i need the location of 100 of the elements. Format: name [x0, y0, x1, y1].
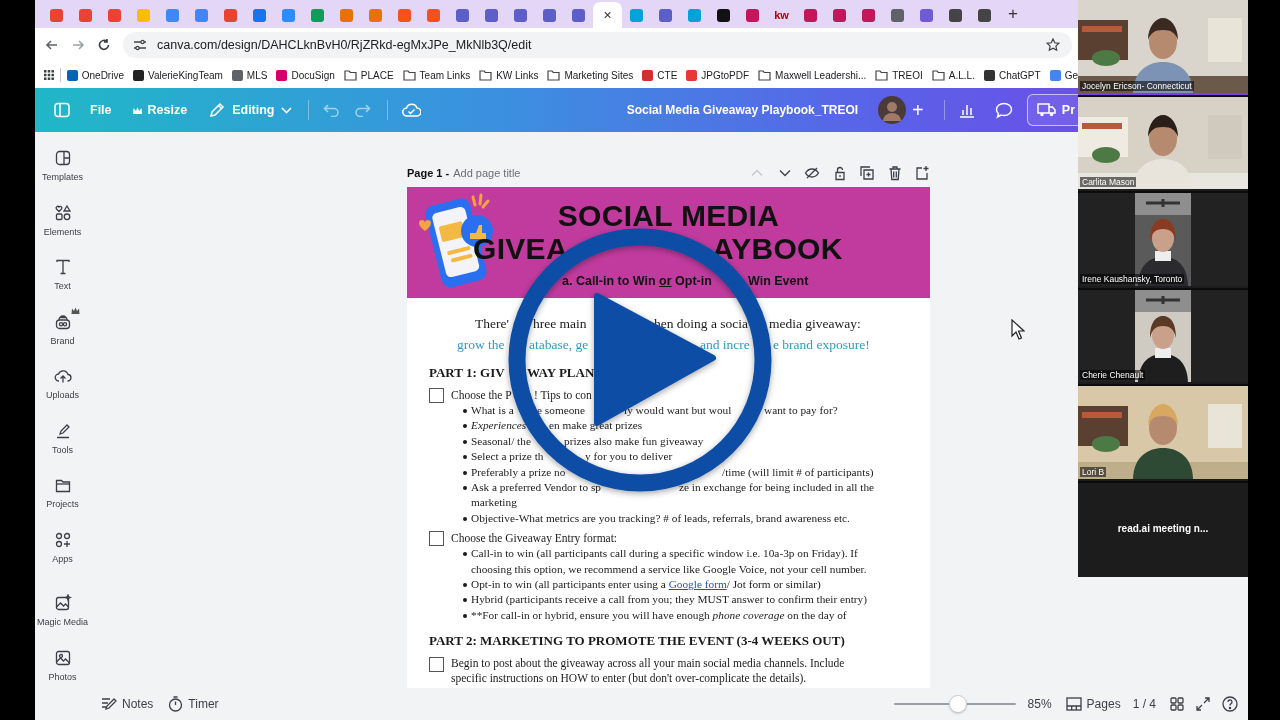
bookmark-link[interactable]: Marketing Sites — [564, 69, 634, 81]
sidebar-item[interactable]: Projects — [35, 476, 90, 512]
zoom-percentage[interactable]: 85% — [1027, 697, 1052, 711]
notes-button[interactable]: Notes — [117, 697, 154, 711]
caret-icon[interactable] — [280, 106, 292, 114]
bookmark-link[interactable]: A.L.L. — [948, 69, 975, 81]
browser-tab[interactable]: kw — [767, 2, 796, 28]
bookmark-link[interactable]: TREOI — [892, 69, 923, 81]
pages-button[interactable]: Pages — [1081, 697, 1121, 711]
bookmark-link[interactable]: Maxwell Leadershi... — [775, 69, 867, 81]
comment-icon[interactable] — [994, 101, 1013, 119]
image-icon — [53, 648, 72, 667]
back-icon[interactable] — [45, 38, 59, 52]
tune-icon[interactable] — [133, 39, 147, 51]
sidebar-item[interactable]: Magic Media — [35, 594, 90, 630]
bookmark-link[interactable]: Ge — [1064, 69, 1078, 81]
add-page-icon[interactable] — [914, 165, 930, 181]
document-subtitle: Win Event — [748, 274, 809, 288]
section-heading: PART 1: GIV — [429, 365, 505, 380]
timer-icon[interactable] — [168, 696, 184, 712]
browser-tab[interactable]: × — [593, 2, 622, 28]
tagline-text: grow the — [457, 337, 505, 352]
tagline-text: and incre — [700, 337, 750, 352]
bullet-text: Objective-What metrics are you tracking? # of leads, referrals, brand awareness etc. — [471, 511, 850, 524]
sidebar-item[interactable]: Tools — [35, 421, 90, 458]
bullet-text: Ask a preferred Vendor to sp — [471, 481, 601, 494]
duplicate-icon[interactable] — [859, 165, 875, 181]
forward-icon[interactable] — [71, 38, 85, 52]
bookmark-link[interactable]: ChatGPT — [998, 69, 1041, 81]
grid-icon[interactable] — [1170, 697, 1184, 711]
bullet-icon — [463, 516, 467, 521]
bookmark-link[interactable]: ValerieKingTeam — [148, 69, 223, 81]
document-subtitle: a. Call-in to Win or Opt-in — [562, 274, 712, 288]
checklist-text: Begin to post about the giveaway across all your main social media channels. Include specific instructions on HOW to enter (but don't over-complicate the details). — [451, 657, 845, 685]
text-icon — [53, 258, 72, 276]
checklist-text: ! Tips to con — [534, 389, 592, 401]
sidebar-item[interactable]: Elements — [35, 203, 90, 240]
slider-thumb[interactable] — [950, 696, 967, 712]
apps-grid-icon[interactable] — [44, 69, 54, 81]
participant-name: Irene Kaushansky, Toronto — [1080, 273, 1185, 284]
participant-name: Carlita Mason — [1080, 177, 1137, 187]
checkbox[interactable] — [429, 531, 444, 547]
link[interactable]: Google form — [668, 578, 727, 591]
folder-icon — [479, 69, 493, 81]
help-icon[interactable] — [1222, 696, 1238, 712]
star-icon[interactable] — [1046, 38, 1060, 52]
bullet-text: prizes also make fun giveaway — [564, 434, 704, 447]
sidebar-item[interactable]: Uploads — [35, 367, 90, 403]
bookmark-link[interactable]: JPGtoPDF — [701, 69, 750, 81]
pages-icon[interactable] — [1065, 697, 1082, 711]
reload-icon[interactable] — [97, 38, 111, 52]
checkbox[interactable] — [429, 388, 444, 403]
bookmark-link[interactable]: PLACE — [360, 69, 394, 81]
eye-slash-icon[interactable] — [804, 165, 820, 181]
bullet-text: What is a — [471, 404, 514, 416]
bullet-icon — [463, 583, 467, 588]
sidebar-toggle-icon[interactable] — [54, 102, 70, 118]
bullet-text: marketing — [471, 496, 517, 509]
panel-icon — [53, 149, 72, 167]
bookmark-link[interactable]: MLS — [246, 69, 268, 81]
bullet-icon — [463, 409, 467, 413]
crown-icon — [131, 105, 143, 115]
pencil-icon — [209, 102, 226, 118]
notes-icon[interactable] — [101, 697, 117, 711]
participant-name: Lori B — [1080, 466, 1107, 477]
bookmark-link[interactable]: KW Links — [496, 69, 539, 81]
section-heading: WAY PLAN — [527, 365, 595, 380]
cloud-check-icon[interactable] — [401, 102, 421, 118]
add-collaborator-button[interactable]: + — [908, 98, 928, 122]
truck-icon — [1036, 103, 1056, 117]
new-tab-button[interactable]: + — [999, 4, 1027, 24]
intro-text: hree main — [533, 316, 587, 331]
bar-chart-icon[interactable] — [958, 102, 975, 118]
bullet-icon — [463, 470, 467, 475]
intro-text: There' — [475, 316, 509, 331]
design-title[interactable]: Social Media Giveaway Playbook_TREOI — [626, 103, 859, 117]
sidebar-item[interactable]: Text — [35, 258, 90, 294]
sidebar-item[interactable]: Apps — [35, 530, 90, 567]
timer-button[interactable]: Timer — [183, 697, 219, 711]
bullet-icon — [463, 613, 467, 618]
bookmark-link[interactable]: Team Links — [419, 69, 471, 81]
sidebar-item[interactable]: Photos — [35, 648, 90, 685]
bookmark-link[interactable]: CTE — [657, 69, 678, 81]
participant-name: Jocelyn Ericson- Connecticut — [1080, 80, 1194, 91]
bullet-text: **For call-in or hybrid, ensure you will have enough phone coverage on the day of — [471, 608, 847, 621]
bookmark-link[interactable]: DocuSign — [291, 69, 335, 81]
page-title-field[interactable]: Add page title — [453, 167, 521, 179]
bullet-text: want to pay for? — [764, 404, 838, 416]
sidebar-item[interactable]: Templates — [35, 149, 90, 185]
sidebar-item[interactable]: Brand — [35, 312, 90, 349]
bullet-icon — [463, 552, 467, 557]
address-bar[interactable]: canva.com/design/DAHCLknBvH0/RjZRkd-egMxJPe_MkNlb3Q/edit — [123, 32, 1072, 58]
intro-text: media giveaway: — [769, 316, 861, 331]
bullet-icon — [463, 598, 467, 603]
avatar-icon[interactable] — [878, 96, 907, 124]
expand-icon[interactable] — [1196, 697, 1210, 711]
checkbox[interactable] — [429, 657, 444, 673]
bookmark-link[interactable]: OneDrive — [81, 69, 124, 81]
folder-icon — [547, 69, 561, 81]
zoom-slider[interactable] — [893, 695, 1016, 713]
